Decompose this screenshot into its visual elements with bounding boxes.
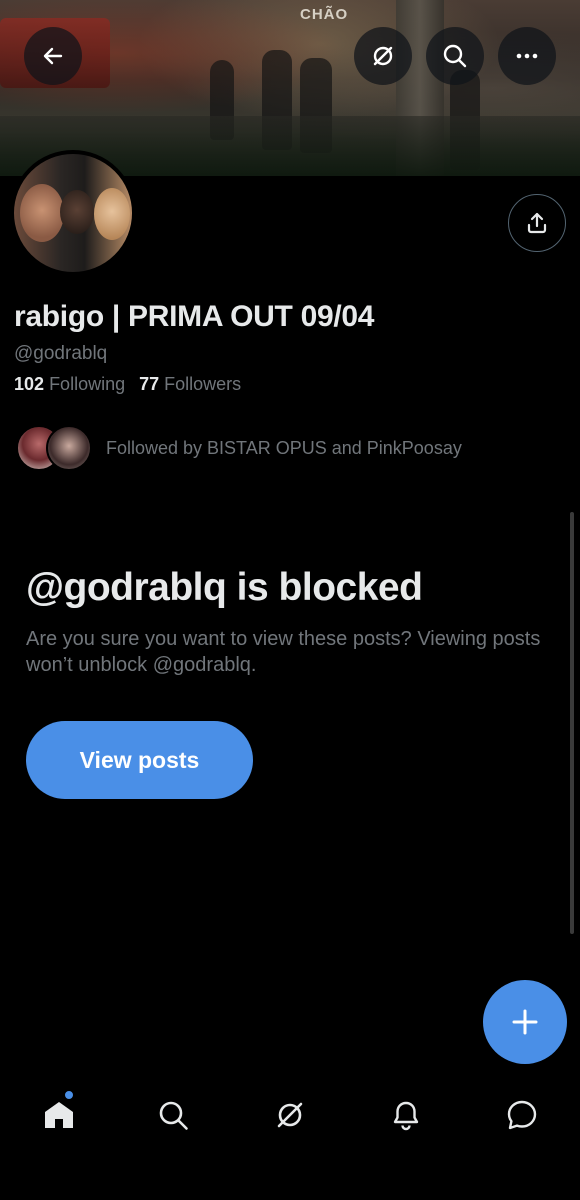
nav-home[interactable] xyxy=(34,1090,84,1140)
search-icon xyxy=(159,1101,188,1130)
blocked-description: Are you sure you want to view these post… xyxy=(26,628,541,676)
avatar-face xyxy=(60,190,94,234)
bottom-nav xyxy=(0,1070,580,1160)
back-button[interactable] xyxy=(24,27,82,85)
avatar-face xyxy=(20,184,64,242)
followers-link[interactable]: 77 Followers xyxy=(139,374,241,394)
avatar-face xyxy=(94,188,130,240)
grok-icon xyxy=(277,1102,303,1128)
search-button[interactable] xyxy=(426,27,484,85)
user-handle: @godrablq xyxy=(14,343,108,364)
share-upload-icon xyxy=(527,212,547,234)
share-button[interactable] xyxy=(508,194,566,252)
nav-messages[interactable] xyxy=(497,1090,547,1140)
more-button[interactable] xyxy=(498,27,556,85)
followers-label: Followers xyxy=(164,374,242,394)
compose-button[interactable] xyxy=(483,980,567,1064)
chat-bubble-icon xyxy=(507,1100,537,1130)
home-icon xyxy=(45,1102,73,1128)
following-link[interactable]: 102 Following xyxy=(14,374,125,394)
blocked-title: @godrablq is blocked xyxy=(26,566,423,609)
following-label: Following xyxy=(49,374,126,394)
home-notification-badge xyxy=(64,1090,74,1100)
followers-count: 77 xyxy=(139,374,160,394)
grok-button[interactable] xyxy=(354,27,412,85)
nav-notifications[interactable] xyxy=(381,1090,431,1140)
arrow-left-icon xyxy=(43,47,63,65)
nav-search[interactable] xyxy=(148,1090,198,1140)
more-dots-icon xyxy=(516,53,538,59)
profile-avatar[interactable] xyxy=(10,150,136,276)
bell-icon xyxy=(393,1101,419,1131)
banner-sign-text: CHÃO xyxy=(300,6,349,23)
display-name: rabigo | PRIMA OUT 09/04 xyxy=(14,300,375,333)
followed-by-text: Followed by BISTAR OPUS and PinkPoosay xyxy=(106,437,462,458)
following-count: 102 xyxy=(14,374,45,394)
follower-avatar xyxy=(46,425,92,471)
search-icon xyxy=(443,44,467,68)
scrollbar[interactable] xyxy=(570,512,574,934)
followed-by-row[interactable]: Followed by BISTAR OPUS and PinkPoosay xyxy=(16,424,462,472)
grok-icon xyxy=(373,46,393,66)
follow-stats: 102 Following 77 Followers xyxy=(14,374,241,395)
view-posts-button[interactable]: View posts xyxy=(26,721,253,799)
profile-banner[interactable]: CHÃO xyxy=(0,0,580,176)
nav-grok[interactable] xyxy=(265,1090,315,1140)
plus-icon xyxy=(512,1009,538,1035)
